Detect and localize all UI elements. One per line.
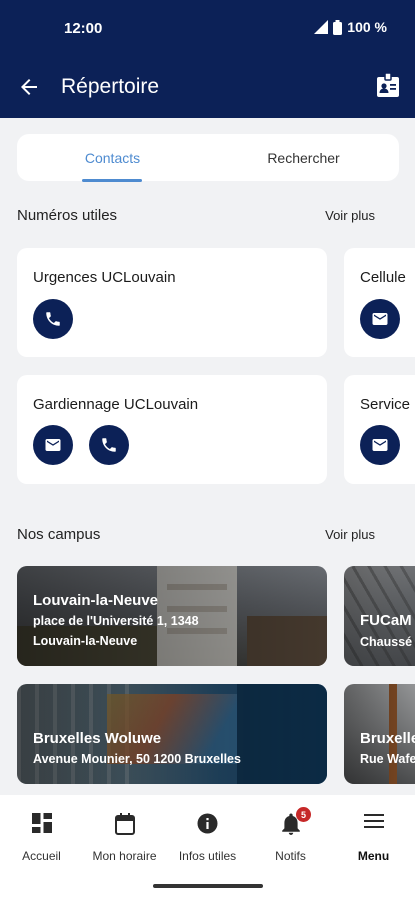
- app-bar: Répertoire: [0, 58, 415, 118]
- battery-level: 100 %: [347, 19, 387, 35]
- signal-icon: [314, 20, 329, 34]
- calendar-icon: [114, 813, 135, 835]
- email-icon: [45, 439, 61, 451]
- campus-card-fucam[interactable]: FUCaM Chaussé: [344, 566, 415, 666]
- campus-name: Bruxelles Woluwe: [33, 730, 162, 747]
- phone-icon: [102, 438, 116, 452]
- nav-notifications-label: Notifs: [275, 849, 306, 863]
- email-icon: [372, 439, 388, 451]
- contact-name: Urgences UCLouvain: [33, 269, 176, 286]
- nav-schedule[interactable]: Mon horaire: [83, 795, 166, 875]
- email-button[interactable]: [360, 425, 400, 465]
- email-icon: [372, 313, 388, 325]
- id-badge-icon: [377, 73, 399, 97]
- dashboard-icon: [31, 813, 52, 833]
- tab-indicator: [82, 179, 142, 182]
- tab-contacts[interactable]: Contacts: [17, 134, 208, 181]
- back-button[interactable]: [14, 72, 44, 102]
- nav-notifications[interactable]: 5 Notifs: [249, 795, 332, 875]
- campus-address: Rue Wafe: [360, 752, 415, 766]
- campuses-see-more-link[interactable]: Voir plus: [325, 527, 375, 542]
- arrow-back-icon: [21, 79, 37, 95]
- nav-info[interactable]: Infos utiles: [166, 795, 249, 875]
- notification-count-badge: 5: [296, 807, 311, 822]
- contact-card-gardiennage[interactable]: Gardiennage UCLouvain: [17, 375, 327, 484]
- id-card-button[interactable]: [375, 72, 401, 98]
- campuses-title: Nos campus: [17, 526, 101, 543]
- tab-search[interactable]: Rechercher: [208, 134, 399, 181]
- info-icon: [197, 813, 218, 834]
- nav-home-label: Accueil: [22, 849, 61, 863]
- home-indicator[interactable]: [153, 884, 263, 888]
- email-button[interactable]: [360, 299, 400, 339]
- status-bar: 12:00 100 %: [0, 0, 415, 58]
- campus-name: Louvain-la-Neuve: [33, 592, 159, 609]
- campus-name: FUCaM: [360, 612, 412, 629]
- nav-info-label: Infos utiles: [178, 849, 237, 863]
- campus-name: Bruxelle: [360, 730, 415, 747]
- page-title: Répertoire: [61, 75, 160, 98]
- campus-card-bruxelles-woluwe[interactable]: Bruxelles Woluwe Avenue Mounier, 50 1200…: [17, 684, 327, 784]
- contact-card-urgences[interactable]: Urgences UCLouvain: [17, 248, 327, 357]
- contact-card-cellule[interactable]: Cellule: [344, 248, 415, 357]
- call-button[interactable]: [33, 299, 73, 339]
- status-time: 12:00: [64, 20, 103, 37]
- hamburger-menu-icon: [363, 814, 384, 828]
- campus-card-louvain-la-neuve[interactable]: Louvain-la-Neuve place de l'Université 1…: [17, 566, 327, 666]
- phone-icon: [46, 312, 60, 326]
- nav-schedule-label: Mon horaire: [92, 849, 157, 863]
- useful-numbers-see-more-link[interactable]: Voir plus: [325, 208, 375, 223]
- useful-numbers-title: Numéros utiles: [17, 207, 118, 224]
- nav-menu-label: Menu: [357, 849, 390, 863]
- nav-menu[interactable]: Menu: [332, 795, 415, 875]
- campus-address: Avenue Mounier, 50 1200 Bruxelles: [33, 752, 241, 766]
- nav-home[interactable]: Accueil: [0, 795, 83, 875]
- contact-name: Gardiennage UCLouvain: [33, 396, 199, 413]
- email-button[interactable]: [33, 425, 73, 465]
- campus-address: place de l'Université 1, 1348: [33, 614, 199, 628]
- campus-card-bruxelles-other[interactable]: Bruxelle Rue Wafe: [344, 684, 415, 784]
- contact-card-service[interactable]: Service: [344, 375, 415, 484]
- campus-address-city: Louvain-la-Neuve: [33, 634, 138, 648]
- call-button[interactable]: [89, 425, 129, 465]
- battery-icon: [333, 19, 343, 35]
- contact-name: Service: [360, 396, 411, 413]
- campus-address: Chaussé: [360, 635, 413, 649]
- contact-name: Cellule: [360, 269, 406, 286]
- tab-bar: Contacts Rechercher: [17, 134, 399, 181]
